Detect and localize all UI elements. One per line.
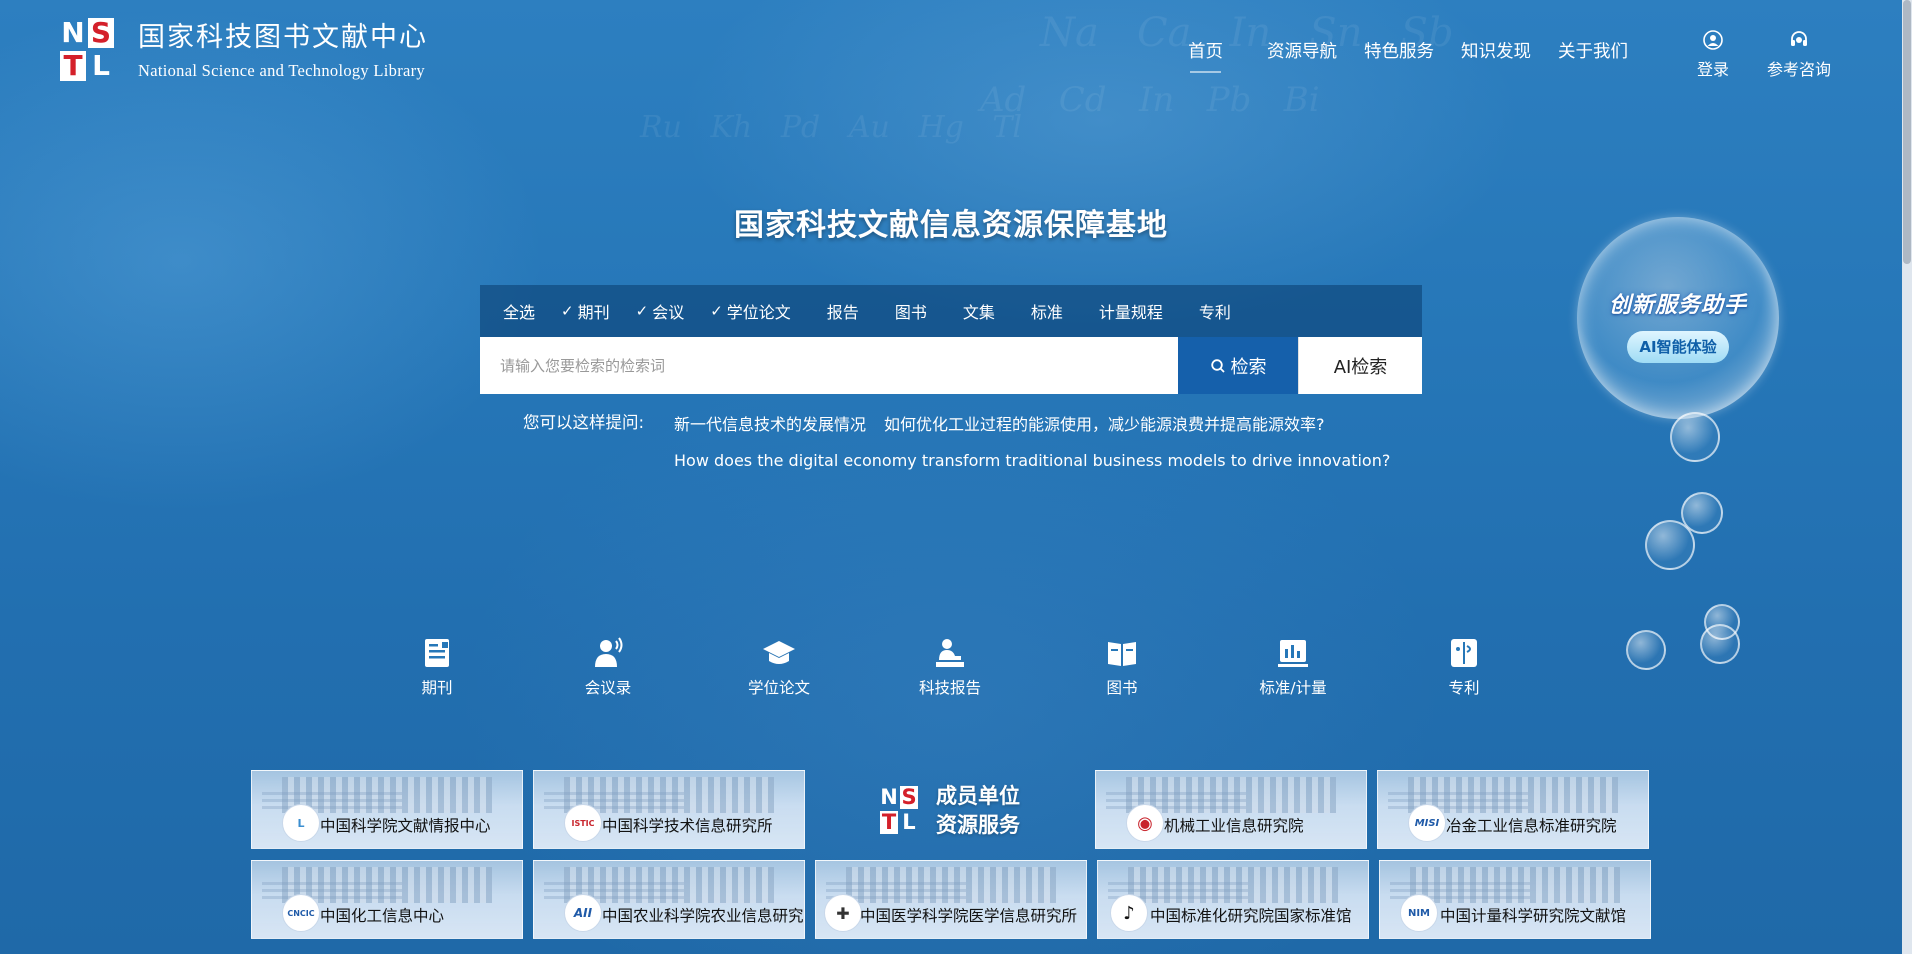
- member-logo: ISTIC: [564, 804, 602, 842]
- journal-icon: [425, 639, 449, 667]
- site-logo[interactable]: N S T L 国家科技图书文献中心 National Science and …: [60, 18, 428, 84]
- member-card[interactable]: ◉ 机械工业信息研究院: [1095, 770, 1367, 849]
- member-logo: CNCIC: [282, 894, 320, 932]
- member-card[interactable]: ✚ 中国医学科学院医学信息研究所: [815, 860, 1087, 939]
- site-name-cn: 国家科技图书文献中心: [138, 22, 428, 53]
- member-logo: AII: [564, 894, 602, 932]
- page-scrollbar[interactable]: [1902, 0, 1912, 954]
- member-card[interactable]: CNCIC 中国化工信息中心: [251, 860, 523, 939]
- member-name: 中国科学院文献情报中心: [320, 817, 491, 835]
- nav-services[interactable]: 特色服务: [1364, 38, 1434, 73]
- category-metrology[interactable]: 计量规程: [1099, 299, 1163, 323]
- category-bar: 全选 ✓ 期刊 ✓ 会议 ✓ 学位论文 报告 图书 文集 标准 计量规程 专利: [480, 285, 1422, 337]
- nav-home[interactable]: 首页: [1188, 38, 1223, 73]
- nav-resources[interactable]: 资源导航: [1267, 38, 1337, 73]
- member-logo: MISI: [1408, 804, 1446, 842]
- member-name: 冶金工业信息标准研究院: [1446, 817, 1617, 835]
- member-name: 机械工业信息研究院: [1164, 817, 1304, 835]
- decorative-bubble: [1700, 624, 1740, 664]
- site-name-en: National Science and Technology Library: [138, 61, 425, 80]
- member-logo: L: [282, 804, 320, 842]
- resource-patent[interactable]: 专利: [1419, 636, 1509, 698]
- report-icon: [936, 639, 964, 667]
- nav-discovery[interactable]: 知识发现: [1461, 38, 1531, 73]
- book-icon: [1108, 642, 1136, 666]
- nstl-logo-mark: N S T L: [880, 785, 918, 834]
- category-all[interactable]: 全选: [503, 299, 535, 323]
- suggestion-item[interactable]: How does the digital economy transform t…: [674, 451, 1390, 470]
- category-report[interactable]: 报告: [827, 299, 859, 323]
- member-card[interactable]: L 中国科学院文献情报中心: [251, 770, 523, 849]
- resource-book[interactable]: 图书: [1077, 636, 1167, 698]
- decorative-bubble: [1670, 412, 1720, 462]
- ai-experience-button[interactable]: AI智能体验: [1627, 331, 1729, 363]
- user-icon: [1703, 30, 1723, 50]
- resource-conference[interactable]: 会议录: [563, 636, 653, 698]
- suggestion-label: 您可以这样提问:: [523, 413, 645, 432]
- member-card[interactable]: ISTIC 中国科学技术信息研究所: [533, 770, 805, 849]
- member-card[interactable]: NIM 中国计量科学研究院文献馆: [1379, 860, 1651, 939]
- suggestion-item[interactable]: 新一代信息技术的发展情况: [674, 411, 866, 435]
- member-name: 中国农业科学院农业信息研究所: [602, 907, 805, 925]
- standard-chart-icon: [1278, 640, 1308, 667]
- member-name: 中国计量科学研究院文献馆: [1440, 907, 1627, 925]
- resource-thesis[interactable]: 学位论文: [734, 636, 824, 698]
- consult-button[interactable]: 参考咨询: [1767, 30, 1831, 80]
- graduation-cap-icon: [763, 641, 795, 664]
- headset-icon: [1791, 31, 1807, 46]
- patent-icon: [1451, 639, 1477, 667]
- member-logo: ♪: [1110, 894, 1148, 932]
- check-icon: ✓: [635, 302, 649, 320]
- member-name: 中国化工信息中心: [320, 907, 445, 925]
- main-nav: 首页 资源导航 特色服务 知识发现 关于我们: [1188, 38, 1655, 73]
- category-patent[interactable]: 专利: [1199, 299, 1231, 323]
- member-logo: ✚: [824, 894, 862, 932]
- scrollbar-thumb[interactable]: [1903, 0, 1911, 264]
- member-logo: ◉: [1126, 804, 1164, 842]
- check-icon: ✓: [561, 302, 574, 320]
- category-conference[interactable]: ✓ 会议: [636, 299, 685, 323]
- search-box: 全选 ✓期刊 ✓会议 ✓学位论文 报告 图书 文集 标准 计量规程 专利 检索 …: [480, 285, 1422, 394]
- member-card[interactable]: MISI 冶金工业信息标准研究院: [1377, 770, 1649, 849]
- category-proceedings[interactable]: 文集: [963, 299, 995, 323]
- category-thesis[interactable]: ✓ 学位论文: [710, 299, 791, 323]
- member-card[interactable]: ♪ 中国标准化研究院国家标准馆: [1097, 860, 1369, 939]
- login-button[interactable]: 登录: [1697, 30, 1729, 80]
- resource-report[interactable]: 科技报告: [905, 636, 995, 698]
- category-book[interactable]: 图书: [895, 299, 927, 323]
- member-card[interactable]: AII 中国农业科学院农业信息研究所: [533, 860, 805, 939]
- search-input[interactable]: [480, 337, 1178, 394]
- decorative-bubble: [1645, 520, 1695, 570]
- category-standard[interactable]: 标准: [1031, 299, 1063, 323]
- nstl-logo-mark: N S T L: [60, 18, 116, 84]
- ai-assistant-bubble[interactable]: 创新服务助手 AI智能体验: [1577, 217, 1779, 419]
- member-name: 中国医学科学院医学信息研究所: [860, 907, 1078, 925]
- member-name: 中国标准化研究院国家标准馆: [1150, 907, 1352, 925]
- check-icon: ✓: [710, 302, 723, 320]
- ai-search-button[interactable]: AI检索: [1298, 337, 1422, 394]
- search-icon: [1210, 358, 1225, 373]
- search-button[interactable]: 检索: [1178, 337, 1298, 394]
- decorative-bubble: [1626, 630, 1666, 670]
- nav-about[interactable]: 关于我们: [1558, 38, 1628, 73]
- assistant-title: 创新服务助手: [1608, 293, 1747, 318]
- resource-standard[interactable]: 标准/计量: [1248, 636, 1338, 698]
- member-section-title: N S T L 成员单位 资源服务: [880, 784, 1020, 837]
- member-name: 中国科学技术信息研究所: [602, 817, 773, 835]
- resource-journal[interactable]: 期刊: [392, 636, 482, 698]
- member-logo: NIM: [1400, 894, 1438, 932]
- suggestion-item[interactable]: 如何优化工业过程的能源使用，减少能源浪费并提高能源效率?: [884, 411, 1325, 435]
- conference-icon: [595, 637, 623, 667]
- category-journal[interactable]: ✓ 期刊: [561, 299, 610, 323]
